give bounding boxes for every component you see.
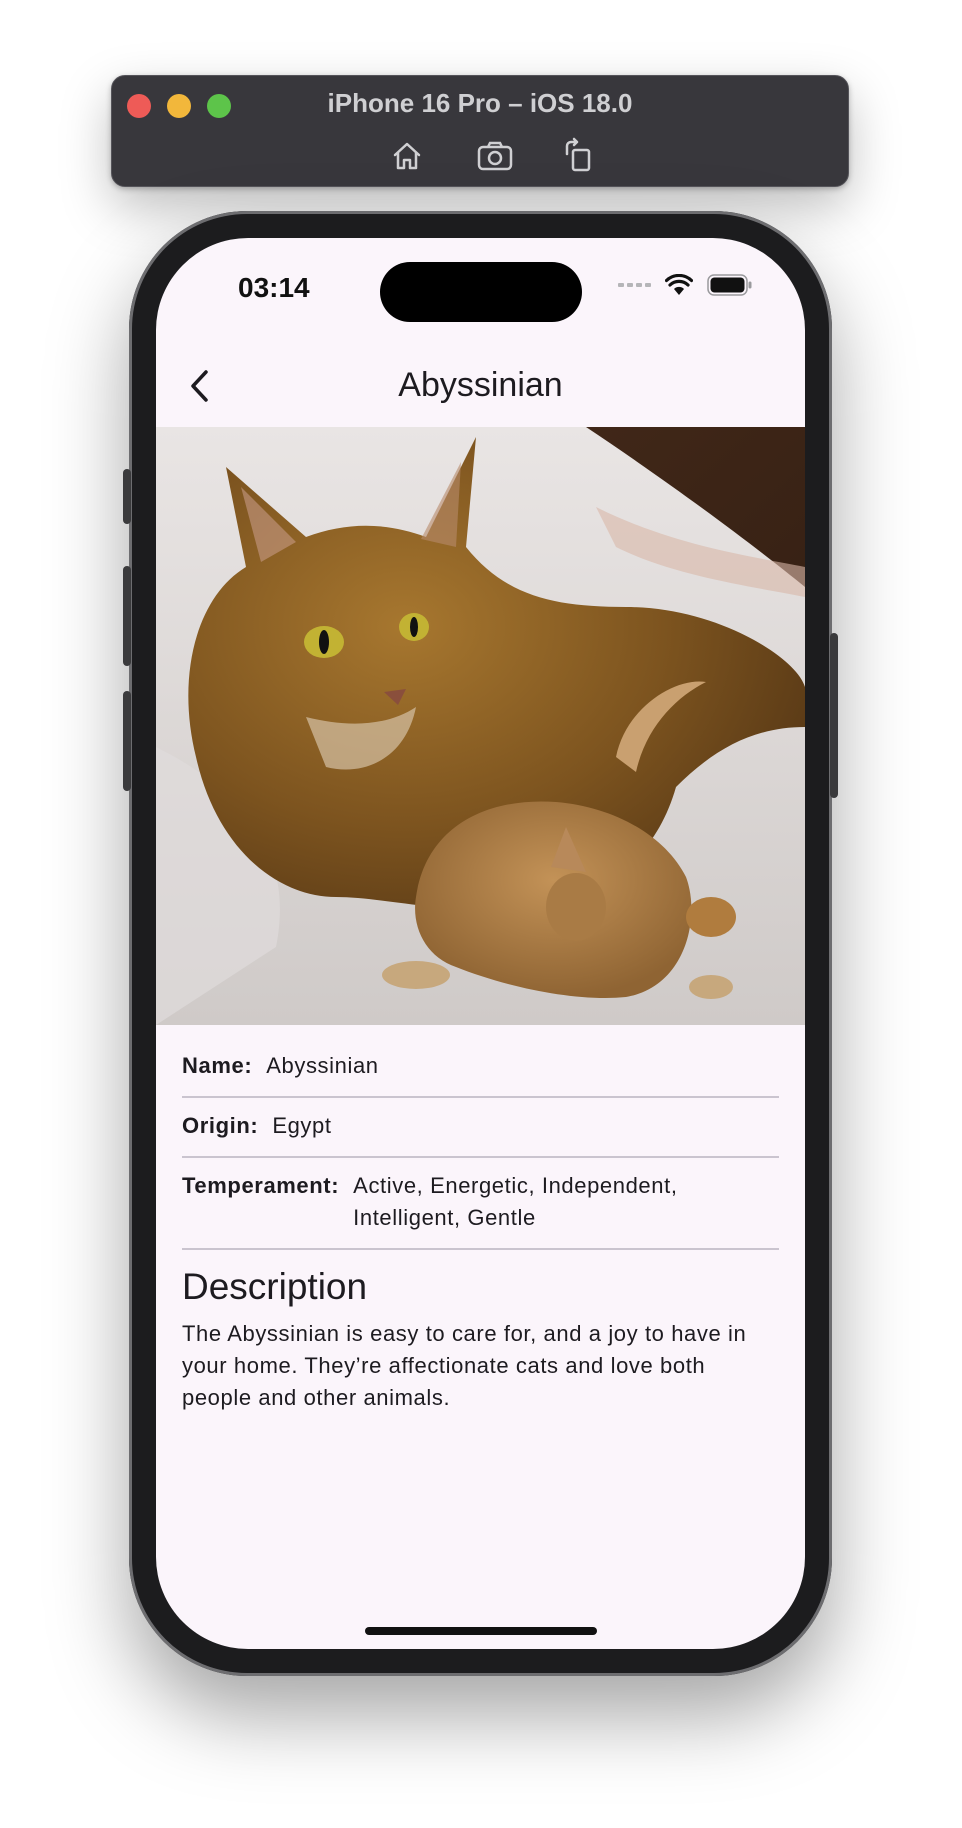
status-icons (618, 274, 753, 296)
detail-value: Abyssinian (266, 1053, 379, 1078)
screenshot-icon[interactable] (475, 136, 515, 176)
screen: 03:14 Abyssinian Name: Abyssinian Origin… (156, 238, 805, 1649)
cellular-dots-icon (618, 283, 651, 287)
detail-label: Temperament: (182, 1173, 340, 1198)
power-button (830, 633, 838, 798)
iphone-frame: 03:14 Abyssinian Name: Abyssinian Origin… (123, 211, 838, 1676)
rotate-icon[interactable] (558, 136, 598, 176)
wifi-icon (665, 274, 693, 295)
detail-value: Active, Energetic, Independent, Intellig… (353, 1173, 678, 1230)
detail-value: Egypt (272, 1113, 332, 1138)
breed-details: Name: Abyssinian Origin: Egypt Temperame… (182, 1038, 779, 1414)
home-indicator[interactable] (365, 1627, 597, 1635)
action-button (123, 469, 131, 524)
page-title: Abyssinian (398, 366, 563, 404)
detail-row-origin: Origin: Egypt (182, 1098, 779, 1158)
simulator-title: iPhone 16 Pro – iOS 18.0 (327, 88, 633, 118)
dynamic-island (380, 262, 582, 322)
volume-up-button (123, 566, 131, 666)
description-text: The Abyssinian is easy to care for, and … (182, 1321, 747, 1410)
description-heading: Description (182, 1266, 368, 1307)
simulator-toolbar: iPhone 16 Pro – iOS 18.0 (111, 75, 849, 187)
cat-photo (156, 427, 805, 1025)
home-icon[interactable] (387, 136, 427, 176)
status-time: 03:14 (238, 272, 310, 303)
detail-row-name: Name: Abyssinian (182, 1038, 779, 1098)
detail-label: Origin: (182, 1113, 259, 1138)
detail-label: Name: (182, 1053, 253, 1078)
detail-row-temperament: Temperament: Active, Energetic, Independ… (182, 1158, 779, 1250)
battery-icon (707, 274, 752, 296)
navigation-bar: Abyssinian (156, 348, 805, 420)
volume-down-button (123, 691, 131, 791)
